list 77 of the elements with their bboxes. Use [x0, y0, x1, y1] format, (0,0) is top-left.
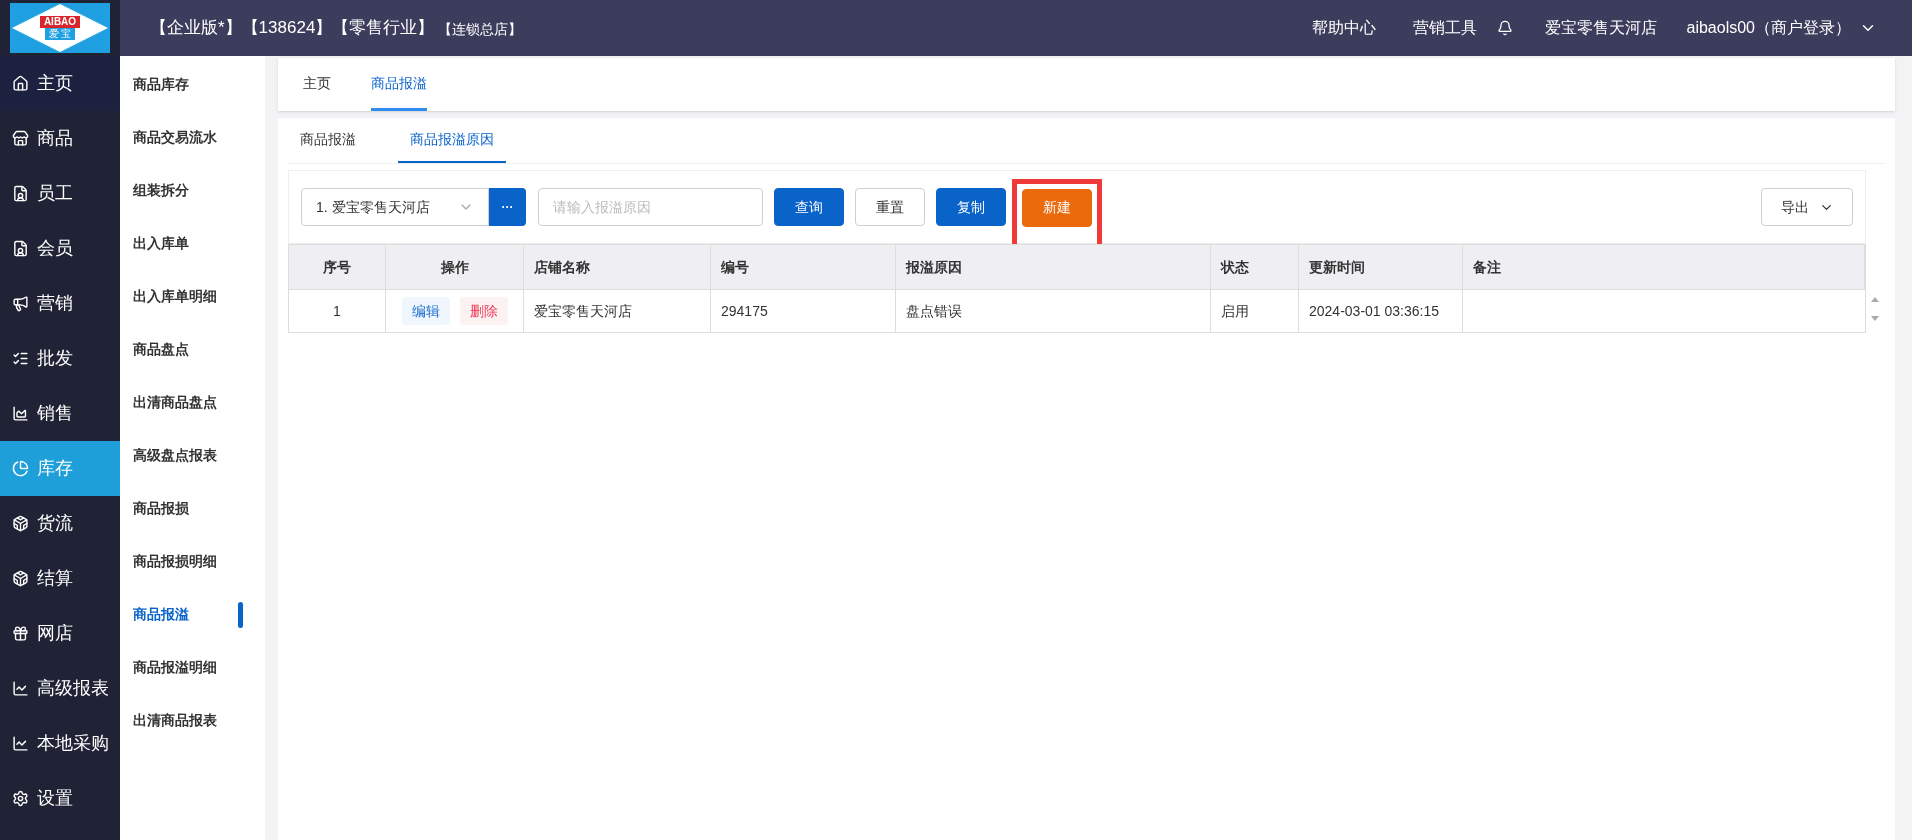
area-chart-icon [12, 405, 29, 422]
sub-tab[interactable]: 商品报溢原因 [398, 118, 506, 163]
submenu-item[interactable]: 商品交易流水 [120, 111, 265, 164]
submenu-item[interactable]: 出清商品报表 [120, 694, 265, 747]
store-select[interactable]: 1. 爱宝零售天河店 [301, 188, 489, 226]
sidebar-item[interactable]: 销售 [0, 386, 120, 441]
more-button[interactable]: ··· [489, 188, 526, 226]
submenu-item[interactable]: 商品库存 [120, 58, 265, 111]
store-name[interactable]: 爱宝零售天河店 [1544, 16, 1657, 40]
active-indicator [238, 601, 243, 628]
delete-button[interactable]: 删除 [459, 297, 508, 325]
line-chart-icon [12, 735, 29, 752]
document-user-icon [12, 240, 29, 257]
settings-icon [12, 790, 29, 807]
edition-text: 【企业版*】【138624】【零售行业】 [150, 17, 435, 40]
pie-chart-icon [12, 460, 29, 477]
sidebar-item[interactable]: 结算 [0, 551, 120, 606]
gift-icon [12, 625, 29, 642]
submenu-item[interactable]: 商品盘点 [120, 323, 265, 376]
submenu-item[interactable]: 商品报损明细 [120, 535, 265, 588]
page-tab[interactable]: 主页 [303, 58, 331, 111]
search-field[interactable]: 请输入报溢原因 [538, 188, 763, 226]
column-header: 序号 [289, 245, 386, 289]
table-cell-text: 盘点错误 [906, 301, 962, 321]
column-header: 操作 [386, 245, 524, 289]
column-header: 状态 [1211, 245, 1299, 289]
submenu-item[interactable]: 商品报溢明细 [120, 641, 265, 694]
submenu-item[interactable]: 商品报溢 [120, 588, 265, 641]
branch-text: 【连锁总店】 [438, 19, 523, 39]
toolbar-button[interactable]: 重置 [855, 188, 925, 226]
sidebar-item[interactable]: 主页 [0, 56, 120, 111]
submenu-item[interactable]: 高级盘点报表 [120, 429, 265, 482]
column-header: 备注 [1463, 245, 1865, 289]
toolbar-button[interactable]: 查询 [774, 188, 844, 226]
home-icon [12, 75, 29, 92]
sidebar-item[interactable]: 批发 [0, 331, 120, 386]
toolbar-button[interactable]: 复制 [936, 188, 1006, 226]
submenu-item[interactable]: 出入库单明细 [120, 270, 265, 323]
sidebar-item[interactable]: 会员 [0, 221, 120, 276]
document-user-icon [12, 185, 29, 202]
edit-button[interactable]: 编辑 [401, 297, 450, 325]
table-cell: 1 [289, 290, 386, 332]
sidebar-item[interactable]: 网店 [0, 606, 120, 661]
sidebar-item[interactable]: 设置 [0, 771, 120, 826]
cube-icon [12, 515, 29, 532]
list-icon [12, 350, 29, 367]
sidebar-item[interactable]: 货流 [0, 496, 120, 551]
column-header: 店铺名称 [524, 245, 711, 289]
export-button[interactable]: 导出 [1761, 188, 1853, 226]
bell-icon[interactable] [1496, 20, 1513, 36]
table-cell-text: 294175 [721, 301, 768, 321]
table-cell-text: 启用 [1221, 301, 1249, 321]
sidebar-item[interactable]: 本地采购 [0, 716, 120, 771]
sidebar-item[interactable]: 商品 [0, 111, 120, 166]
table-cell-text: 爱宝零售天河店 [534, 301, 632, 321]
line-chart-icon [12, 680, 29, 697]
cube-icon [12, 570, 29, 587]
submenu-item[interactable]: 组装拆分 [120, 164, 265, 217]
sidebar-item[interactable]: 员工 [0, 166, 120, 221]
column-header: 更新时间 [1299, 245, 1463, 289]
header-link[interactable]: 帮助中心 [1311, 16, 1376, 40]
sub-tab[interactable]: 商品报溢 [288, 118, 368, 163]
store-icon [12, 130, 29, 147]
submenu-item[interactable]: 出清商品盘点 [120, 376, 265, 429]
column-header: 编号 [711, 245, 896, 289]
sidebar-item[interactable]: 高级报表 [0, 661, 120, 716]
user-account[interactable]: aibaols00（商户登录） [1686, 16, 1851, 40]
sidebar-item[interactable]: 营销 [0, 276, 120, 331]
submenu-item[interactable]: 商品报损 [120, 482, 265, 535]
logo-subtext: 爱 宝 [44, 28, 76, 40]
megaphone-icon [12, 295, 29, 312]
submenu-item[interactable]: 出入库单 [120, 217, 265, 270]
page-tab[interactable]: 商品报溢 [371, 58, 427, 111]
column-header: 报溢原因 [896, 245, 1211, 289]
logo-text: AIBAO [39, 16, 81, 28]
header-link[interactable]: 营销工具 [1412, 16, 1477, 40]
table-cell-text: 2024-03-01 03:36:15 [1309, 301, 1439, 321]
